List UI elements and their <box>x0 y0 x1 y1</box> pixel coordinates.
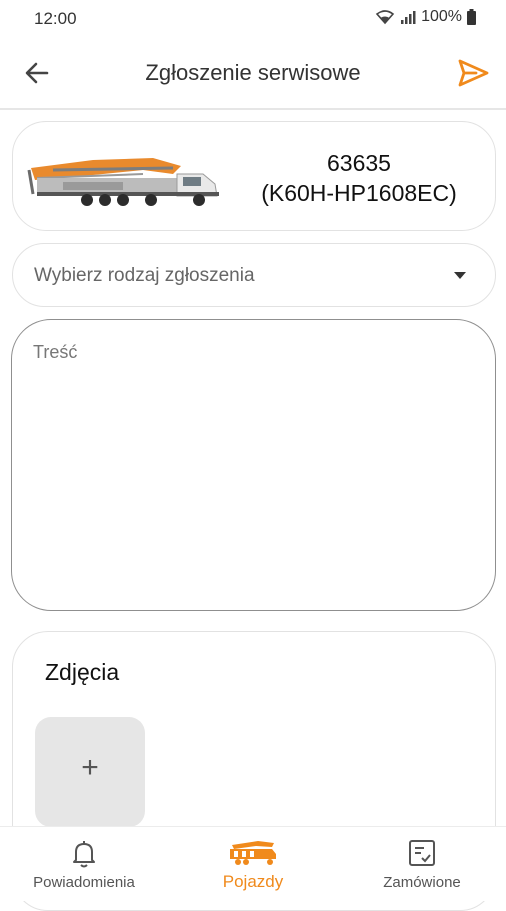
bell-icon <box>73 841 95 868</box>
nav-label-vehicles: Pojazdy <box>222 872 284 891</box>
plus-icon: + <box>81 751 99 784</box>
bottom-nav: Powiadomienia Pojazdy Zamówione <box>0 826 506 901</box>
nav-label-orders: Zamówione <box>383 874 461 891</box>
wifi-icon <box>375 10 395 25</box>
signal-icon <box>401 11 416 24</box>
status-icons: 100% <box>375 8 476 26</box>
battery-icon <box>467 9 476 25</box>
nav-item-vehicles[interactable]: Pojazdy <box>169 827 337 901</box>
request-type-placeholder: Wybierz rodzaj zgłoszenia <box>34 265 255 286</box>
concrete-pump-truck-image <box>27 158 219 206</box>
caret-down-icon <box>454 272 466 279</box>
status-time: 12:00 <box>34 9 77 28</box>
content-label: Treść <box>33 342 78 362</box>
app-bar: Zgłoszenie serwisowe <box>0 36 506 110</box>
status-bar: 12:00 100% <box>0 0 506 36</box>
page-title: Zgłoszenie serwisowe <box>145 60 361 85</box>
photos-title: Zdjęcia <box>45 659 120 685</box>
vehicle-number: 63635 <box>327 150 391 176</box>
battery-text: 100% <box>421 8 462 25</box>
vehicle-model: (K60H-HP1608EC) <box>261 180 457 206</box>
nav-item-orders[interactable]: Zamówione <box>338 827 506 901</box>
nav-label-notifications: Powiadomienia <box>33 874 135 891</box>
request-type-select[interactable]: Wybierz rodzaj zgłoszenia <box>12 243 496 307</box>
truck-icon <box>230 841 276 865</box>
add-photo-button[interactable]: + <box>35 717 145 827</box>
nav-item-notifications[interactable]: Powiadomienia <box>0 827 168 901</box>
send-icon[interactable] <box>456 56 490 90</box>
vehicle-card[interactable]: 63635 (K60H-HP1608EC) <box>12 121 496 231</box>
content-textarea[interactable]: Treść <box>11 319 496 611</box>
checklist-icon <box>409 840 435 866</box>
